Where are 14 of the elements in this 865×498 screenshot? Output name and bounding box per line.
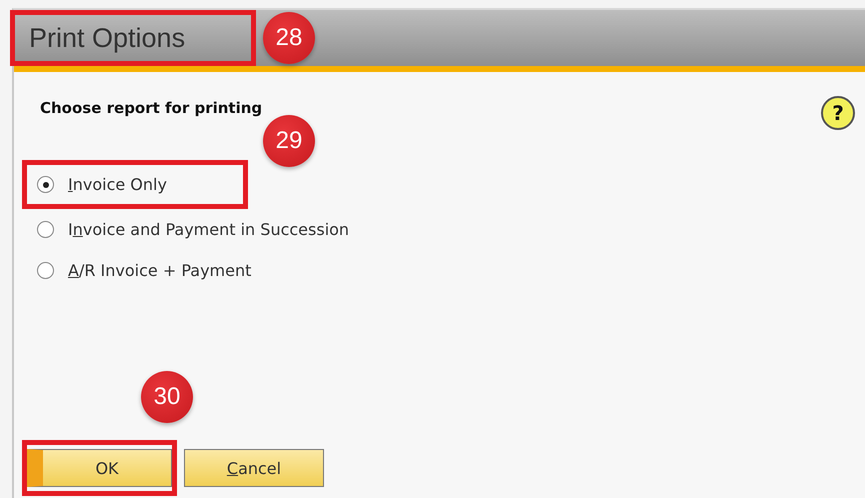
option-label: Invoice Only [68,175,167,194]
window-title: Print Options [28,22,186,54]
callout-number: 30 [141,371,193,423]
option-label: A/R Invoice + Payment [68,261,252,280]
dialog-button[interactable]: OK [27,449,172,487]
radio-button[interactable] [37,221,54,238]
section-heading: Choose report for printing [40,99,262,117]
dialog-button[interactable]: Cancel [184,449,324,487]
radio-button[interactable] [37,176,54,193]
callout-number: 29 [263,115,315,167]
callout-number: 28 [263,12,315,64]
option-label: Invoice and Payment in Succession [68,220,350,239]
help-icon[interactable]: ? [821,96,855,130]
radio-button[interactable] [37,262,54,279]
